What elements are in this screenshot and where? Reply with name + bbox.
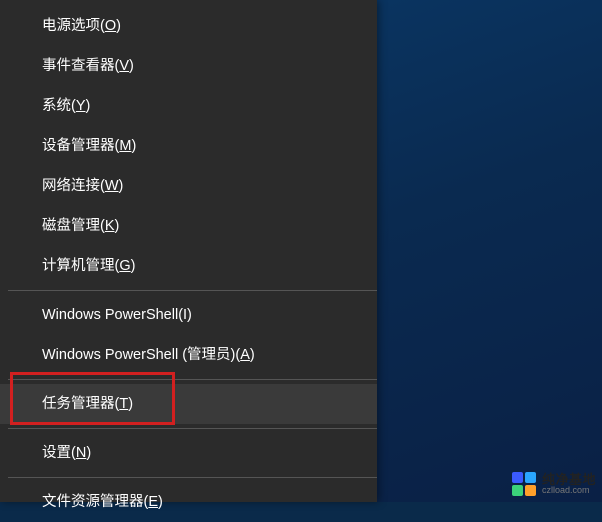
- menu-item-13[interactable]: 设置(N): [0, 433, 377, 473]
- winx-context-menu: 电源选项(O)事件查看器(V)系统(Y)设备管理器(M)网络连接(W)磁盘管理(…: [0, 0, 377, 502]
- menu-item-label: Windows PowerShell(I): [42, 307, 192, 323]
- menu-item-hotkey: Y: [76, 98, 86, 114]
- menu-item-label: 设备管理器(: [42, 138, 119, 154]
- menu-item-5[interactable]: 磁盘管理(K): [0, 206, 377, 246]
- menu-item-15[interactable]: 文件资源管理器(E): [0, 482, 377, 522]
- menu-item-11[interactable]: 任务管理器(T): [0, 384, 377, 424]
- menu-item-hotkey: G: [119, 258, 130, 274]
- menu-item-hotkey: A: [240, 347, 250, 363]
- menu-item-hotkey: W: [105, 178, 119, 194]
- menu-item-label: 文件资源管理器(: [42, 494, 148, 510]
- menu-item-hotkey: O: [105, 18, 116, 34]
- menu-item-label-after: ): [128, 396, 133, 412]
- menu-item-label: 磁盘管理(: [42, 218, 105, 234]
- menu-divider: [8, 428, 377, 429]
- menu-item-0[interactable]: 电源选项(O): [0, 6, 377, 46]
- menu-item-label-after: ): [86, 445, 91, 461]
- menu-item-9[interactable]: Windows PowerShell (管理员)(A): [0, 335, 377, 375]
- menu-divider: [8, 290, 377, 291]
- menu-item-label-after: ): [131, 138, 136, 154]
- menu-item-label: 系统(: [42, 98, 76, 114]
- menu-item-label: 事件查看器(: [42, 58, 119, 74]
- menu-item-hotkey: E: [148, 494, 158, 510]
- menu-item-hotkey: T: [119, 396, 128, 412]
- menu-item-label: 设置(: [42, 445, 76, 461]
- menu-item-label-after: ): [250, 347, 255, 363]
- menu-divider: [8, 477, 377, 478]
- menu-item-label-after: ): [158, 494, 163, 510]
- menu-item-label: 电源选项(: [42, 18, 105, 34]
- menu-item-hotkey: M: [119, 138, 131, 154]
- menu-item-1[interactable]: 事件查看器(V): [0, 46, 377, 86]
- menu-item-4[interactable]: 网络连接(W): [0, 166, 377, 206]
- watermark: 纯净基地 czlload.com: [512, 472, 596, 496]
- menu-item-hotkey: K: [105, 218, 115, 234]
- watermark-logo-icon: [512, 472, 536, 496]
- menu-item-label-after: ): [129, 58, 134, 74]
- menu-divider: [8, 379, 377, 380]
- menu-item-hotkey: N: [76, 445, 86, 461]
- menu-item-label-after: ): [131, 258, 136, 274]
- menu-item-3[interactable]: 设备管理器(M): [0, 126, 377, 166]
- menu-item-label: 计算机管理(: [42, 258, 119, 274]
- menu-item-label: 网络连接(: [42, 178, 105, 194]
- menu-item-hotkey: V: [119, 58, 129, 74]
- menu-item-label-after: ): [116, 18, 121, 34]
- menu-item-label: 任务管理器(: [42, 396, 119, 412]
- menu-item-label-after: ): [115, 218, 120, 234]
- menu-item-2[interactable]: 系统(Y): [0, 86, 377, 126]
- menu-item-6[interactable]: 计算机管理(G): [0, 246, 377, 286]
- menu-item-label-after: ): [86, 98, 91, 114]
- menu-item-label: Windows PowerShell (管理员)(: [42, 347, 240, 363]
- menu-item-label-after: ): [119, 178, 124, 194]
- watermark-subtitle: czlload.com: [542, 486, 596, 495]
- menu-item-8[interactable]: Windows PowerShell(I): [0, 295, 377, 335]
